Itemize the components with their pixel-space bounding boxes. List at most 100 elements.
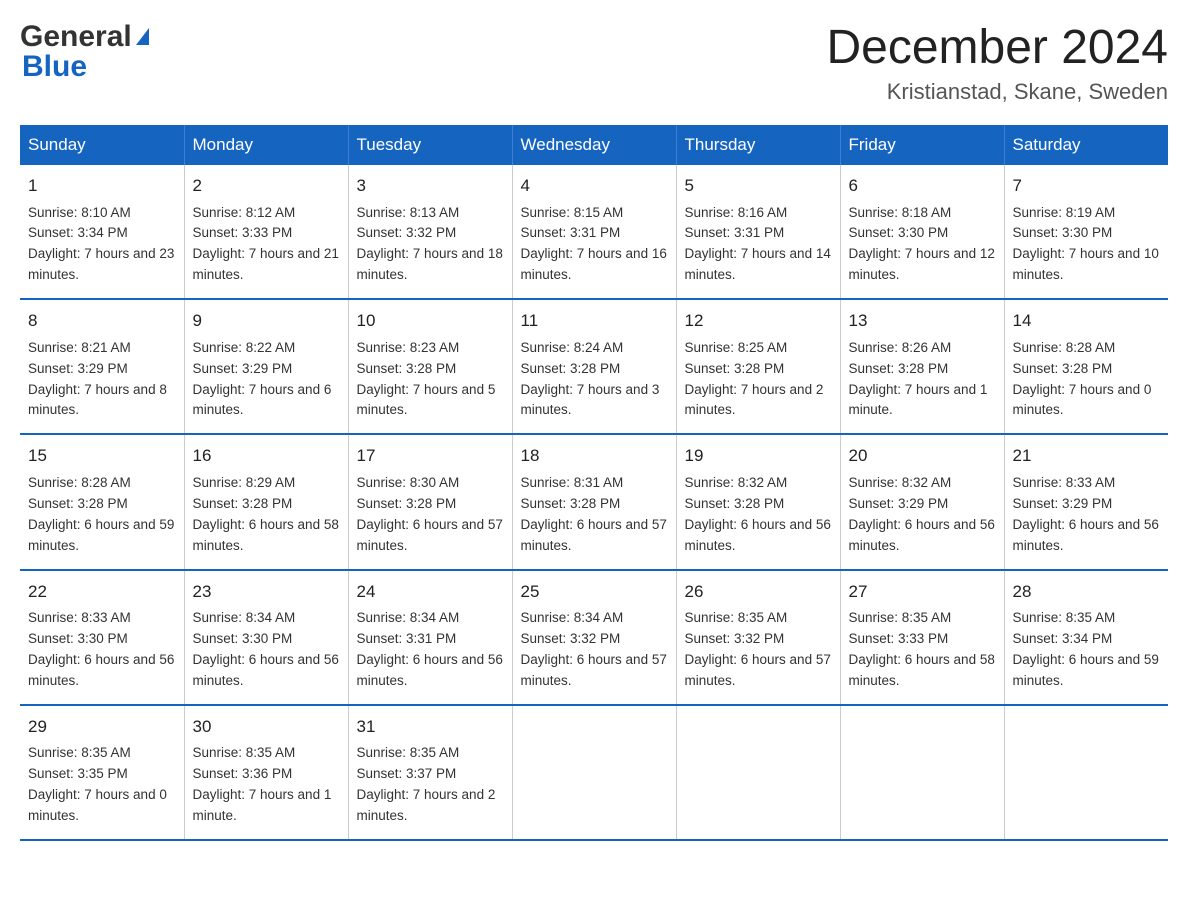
day-cell: 15 Sunrise: 8:28 AMSunset: 3:28 PMDayligh… bbox=[20, 434, 184, 569]
day-info: Sunrise: 8:35 AMSunset: 3:32 PMDaylight:… bbox=[685, 610, 831, 688]
day-info: Sunrise: 8:32 AMSunset: 3:29 PMDaylight:… bbox=[849, 475, 995, 553]
day-number: 31 bbox=[357, 714, 504, 740]
day-number: 4 bbox=[521, 173, 668, 199]
day-cell: 5Sunrise: 8:16 AMSunset: 3:31 PMDaylight… bbox=[676, 165, 840, 299]
day-info: Sunrise: 8:26 AMSunset: 3:28 PMDaylight:… bbox=[849, 340, 988, 418]
day-number: 21 bbox=[1013, 443, 1161, 469]
day-info: Sunrise: 8:35 AMSunset: 3:34 PMDaylight:… bbox=[1013, 610, 1159, 688]
location-text: Kristianstad, Skane, Sweden bbox=[826, 79, 1168, 105]
calendar-table: SundayMondayTuesdayWednesdayThursdayFrid… bbox=[20, 125, 1168, 841]
day-number: 28 bbox=[1013, 579, 1161, 605]
week-row-3: 15 Sunrise: 8:28 AMSunset: 3:28 PMDayligh… bbox=[20, 434, 1168, 569]
logo-triangle-icon bbox=[136, 28, 149, 45]
day-number: 15 bbox=[28, 443, 176, 469]
day-number: 11 bbox=[521, 308, 668, 334]
week-row-2: 8Sunrise: 8:21 AMSunset: 3:29 PMDaylight… bbox=[20, 299, 1168, 434]
day-info: Sunrise: 8:10 AMSunset: 3:34 PMDaylight:… bbox=[28, 205, 174, 283]
day-cell: 22 Sunrise: 8:33 AMSunset: 3:30 PMDayligh… bbox=[20, 570, 184, 705]
calendar-header: SundayMondayTuesdayWednesdayThursdayFrid… bbox=[20, 125, 1168, 165]
day-cell bbox=[1004, 705, 1168, 840]
day-number: 24 bbox=[357, 579, 504, 605]
day-cell bbox=[840, 705, 1004, 840]
day-number: 14 bbox=[1013, 308, 1161, 334]
day-info: Sunrise: 8:19 AMSunset: 3:30 PMDaylight:… bbox=[1013, 205, 1159, 283]
day-cell: 1Sunrise: 8:10 AMSunset: 3:34 PMDaylight… bbox=[20, 165, 184, 299]
day-info: Sunrise: 8:34 AMSunset: 3:30 PMDaylight:… bbox=[193, 610, 339, 688]
day-number: 18 bbox=[521, 443, 668, 469]
day-info: Sunrise: 8:33 AMSunset: 3:30 PMDaylight:… bbox=[28, 610, 174, 688]
day-number: 3 bbox=[357, 173, 504, 199]
day-cell: 2 Sunrise: 8:12 AMSunset: 3:33 PMDaylight… bbox=[184, 165, 348, 299]
header-cell-wednesday: Wednesday bbox=[512, 125, 676, 165]
day-number: 2 bbox=[193, 173, 340, 199]
day-info: Sunrise: 8:25 AMSunset: 3:28 PMDaylight:… bbox=[685, 340, 824, 418]
day-cell: 14 Sunrise: 8:28 AMSunset: 3:28 PMDayligh… bbox=[1004, 299, 1168, 434]
day-number: 7 bbox=[1013, 173, 1161, 199]
day-info: Sunrise: 8:34 AMSunset: 3:32 PMDaylight:… bbox=[521, 610, 667, 688]
day-number: 20 bbox=[849, 443, 996, 469]
day-info: Sunrise: 8:28 AMSunset: 3:28 PMDaylight:… bbox=[28, 475, 174, 553]
day-cell: 26 Sunrise: 8:35 AMSunset: 3:32 PMDayligh… bbox=[676, 570, 840, 705]
day-cell: 4 Sunrise: 8:15 AMSunset: 3:31 PMDaylight… bbox=[512, 165, 676, 299]
day-number: 30 bbox=[193, 714, 340, 740]
day-cell: 3 Sunrise: 8:13 AMSunset: 3:32 PMDaylight… bbox=[348, 165, 512, 299]
day-cell: 13 Sunrise: 8:26 AMSunset: 3:28 PMDayligh… bbox=[840, 299, 1004, 434]
day-cell: 27Sunrise: 8:35 AMSunset: 3:33 PMDayligh… bbox=[840, 570, 1004, 705]
header-cell-saturday: Saturday bbox=[1004, 125, 1168, 165]
day-cell: 10 Sunrise: 8:23 AMSunset: 3:28 PMDayligh… bbox=[348, 299, 512, 434]
day-number: 6 bbox=[849, 173, 996, 199]
header-cell-friday: Friday bbox=[840, 125, 1004, 165]
day-info: Sunrise: 8:35 AMSunset: 3:33 PMDaylight:… bbox=[849, 610, 995, 688]
day-info: Sunrise: 8:21 AMSunset: 3:29 PMDaylight:… bbox=[28, 340, 167, 418]
day-number: 22 bbox=[28, 579, 176, 605]
day-cell: 17Sunrise: 8:30 AMSunset: 3:28 PMDayligh… bbox=[348, 434, 512, 569]
day-cell: 16Sunrise: 8:29 AMSunset: 3:28 PMDayligh… bbox=[184, 434, 348, 569]
day-cell: 6Sunrise: 8:18 AMSunset: 3:30 PMDaylight… bbox=[840, 165, 1004, 299]
day-cell bbox=[512, 705, 676, 840]
day-cell: 20 Sunrise: 8:32 AMSunset: 3:29 PMDayligh… bbox=[840, 434, 1004, 569]
week-row-4: 22 Sunrise: 8:33 AMSunset: 3:30 PMDayligh… bbox=[20, 570, 1168, 705]
title-section: December 2024 Kristianstad, Skane, Swede… bbox=[826, 20, 1168, 105]
day-cell: 24 Sunrise: 8:34 AMSunset: 3:31 PMDayligh… bbox=[348, 570, 512, 705]
day-number: 25 bbox=[521, 579, 668, 605]
week-row-5: 29 Sunrise: 8:35 AMSunset: 3:35 PMDayligh… bbox=[20, 705, 1168, 840]
day-cell: 8Sunrise: 8:21 AMSunset: 3:29 PMDaylight… bbox=[20, 299, 184, 434]
week-row-1: 1Sunrise: 8:10 AMSunset: 3:34 PMDaylight… bbox=[20, 165, 1168, 299]
day-cell: 21 Sunrise: 8:33 AMSunset: 3:29 PMDayligh… bbox=[1004, 434, 1168, 569]
day-info: Sunrise: 8:29 AMSunset: 3:28 PMDaylight:… bbox=[193, 475, 339, 553]
day-info: Sunrise: 8:16 AMSunset: 3:31 PMDaylight:… bbox=[685, 205, 831, 283]
header-row: SundayMondayTuesdayWednesdayThursdayFrid… bbox=[20, 125, 1168, 165]
day-cell: 23Sunrise: 8:34 AMSunset: 3:30 PMDayligh… bbox=[184, 570, 348, 705]
day-cell: 28 Sunrise: 8:35 AMSunset: 3:34 PMDayligh… bbox=[1004, 570, 1168, 705]
day-info: Sunrise: 8:24 AMSunset: 3:28 PMDaylight:… bbox=[521, 340, 660, 418]
day-info: Sunrise: 8:33 AMSunset: 3:29 PMDaylight:… bbox=[1013, 475, 1159, 553]
calendar-body: 1Sunrise: 8:10 AMSunset: 3:34 PMDaylight… bbox=[20, 165, 1168, 840]
day-number: 29 bbox=[28, 714, 176, 740]
logo: General Blue bbox=[20, 20, 149, 84]
day-info: Sunrise: 8:28 AMSunset: 3:28 PMDaylight:… bbox=[1013, 340, 1152, 418]
day-number: 9 bbox=[193, 308, 340, 334]
day-number: 13 bbox=[849, 308, 996, 334]
day-info: Sunrise: 8:15 AMSunset: 3:31 PMDaylight:… bbox=[521, 205, 667, 283]
day-info: Sunrise: 8:12 AMSunset: 3:33 PMDaylight:… bbox=[193, 205, 339, 283]
day-info: Sunrise: 8:31 AMSunset: 3:28 PMDaylight:… bbox=[521, 475, 667, 553]
day-cell: 29 Sunrise: 8:35 AMSunset: 3:35 PMDayligh… bbox=[20, 705, 184, 840]
logo-general-text: General bbox=[20, 20, 132, 54]
day-info: Sunrise: 8:13 AMSunset: 3:32 PMDaylight:… bbox=[357, 205, 503, 283]
day-cell: 12 Sunrise: 8:25 AMSunset: 3:28 PMDayligh… bbox=[676, 299, 840, 434]
day-cell: 18 Sunrise: 8:31 AMSunset: 3:28 PMDayligh… bbox=[512, 434, 676, 569]
day-cell: 31 Sunrise: 8:35 AMSunset: 3:37 PMDayligh… bbox=[348, 705, 512, 840]
header-cell-thursday: Thursday bbox=[676, 125, 840, 165]
day-info: Sunrise: 8:35 AMSunset: 3:37 PMDaylight:… bbox=[357, 745, 496, 823]
day-number: 26 bbox=[685, 579, 832, 605]
day-number: 17 bbox=[357, 443, 504, 469]
day-info: Sunrise: 8:22 AMSunset: 3:29 PMDaylight:… bbox=[193, 340, 332, 418]
day-info: Sunrise: 8:35 AMSunset: 3:36 PMDaylight:… bbox=[193, 745, 332, 823]
day-number: 10 bbox=[357, 308, 504, 334]
day-number: 12 bbox=[685, 308, 832, 334]
day-info: Sunrise: 8:35 AMSunset: 3:35 PMDaylight:… bbox=[28, 745, 167, 823]
day-info: Sunrise: 8:34 AMSunset: 3:31 PMDaylight:… bbox=[357, 610, 503, 688]
day-info: Sunrise: 8:23 AMSunset: 3:28 PMDaylight:… bbox=[357, 340, 496, 418]
header-cell-sunday: Sunday bbox=[20, 125, 184, 165]
day-cell: 19Sunrise: 8:32 AMSunset: 3:28 PMDayligh… bbox=[676, 434, 840, 569]
